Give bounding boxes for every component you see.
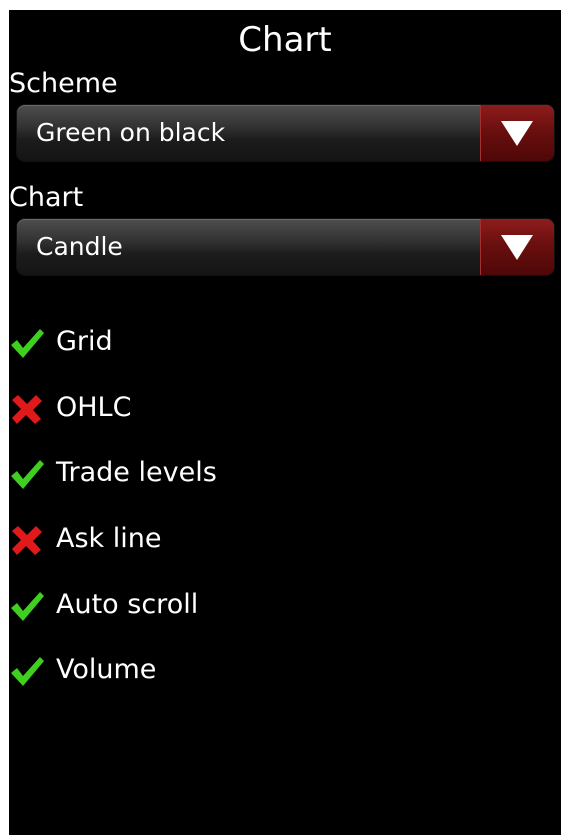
option-label: Trade levels [56,457,217,488]
check-icon [11,460,44,489]
check-icon [11,592,44,621]
scheme-dropdown-arrow[interactable] [480,105,554,161]
option-volume[interactable]: Volume [9,650,409,690]
settings-screen: Chart Scheme Green on black Chart Candle… [9,10,561,835]
option-ohlc[interactable]: OHLC [9,388,409,428]
option-label: Ask line [56,523,162,554]
page-title: Chart [238,20,332,60]
chart-label: Chart [9,182,84,213]
option-auto-scroll[interactable]: Auto scroll [9,585,409,625]
dropdown-arrow-icon [501,235,533,260]
option-label: Grid [56,326,113,357]
chart-type-dropdown[interactable]: Candle [17,219,554,275]
option-label: OHLC [56,392,132,423]
option-label: Auto scroll [56,589,199,620]
option-trade-levels[interactable]: Trade levels [9,453,409,493]
scheme-dropdown-value: Green on black [36,118,226,147]
check-icon [11,329,44,358]
option-ask-line[interactable]: Ask line [9,519,409,559]
scheme-label: Scheme [9,68,118,99]
scheme-dropdown[interactable]: Green on black [17,105,554,161]
chart-type-dropdown-value: Candle [36,232,123,261]
check-icon [11,657,44,686]
chart-type-dropdown-arrow[interactable] [480,219,554,275]
dropdown-arrow-icon [501,121,533,146]
option-grid[interactable]: Grid [9,322,409,362]
cross-icon [12,526,42,555]
option-label: Volume [56,654,157,685]
cross-icon [12,395,42,424]
